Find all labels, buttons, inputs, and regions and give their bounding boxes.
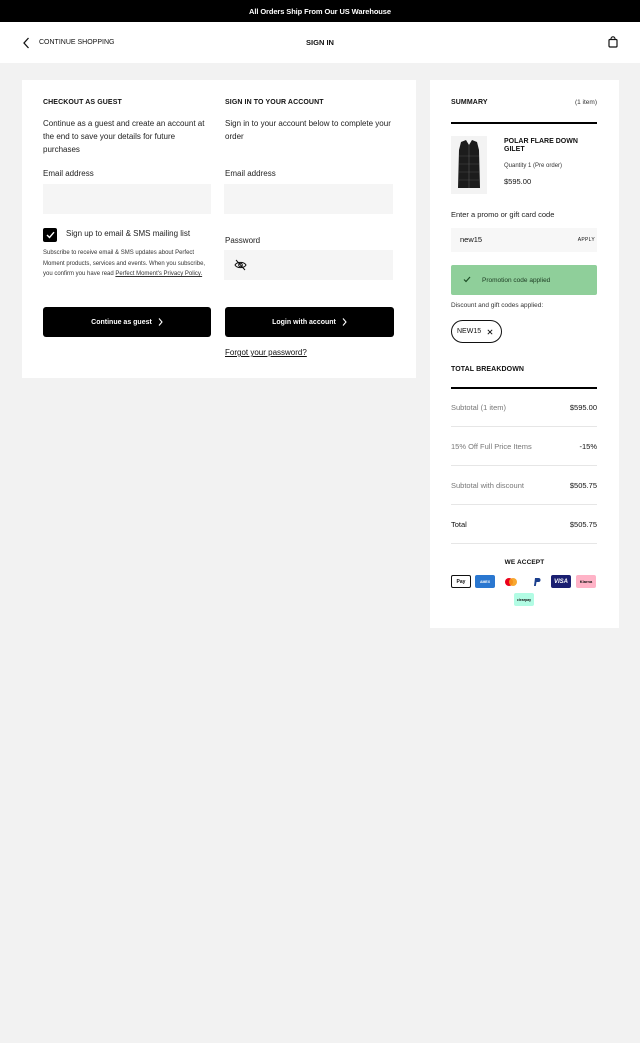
summary-count: (1 item)	[574, 99, 597, 106]
klarna-logo: Klarna	[576, 575, 596, 588]
applied-code-pill[interactable]: NEW15	[451, 320, 503, 343]
chevron-right-icon	[158, 318, 163, 326]
signup-checkbox[interactable]	[43, 228, 57, 242]
visa-logo: VISA	[551, 575, 571, 588]
signin-email-input[interactable]	[224, 184, 393, 214]
row-total-label: Total	[451, 520, 467, 529]
product-price: $595.00	[504, 177, 532, 186]
paypal-icon	[534, 577, 541, 586]
promo-label: Enter a promo or gift card code	[451, 210, 555, 219]
product-name[interactable]: POLAR FLARE DOWN GILET	[504, 138, 594, 154]
promo-success-text: Promotion code applied	[482, 277, 551, 284]
apply-button[interactable]: APPLY	[578, 237, 595, 243]
divider	[451, 504, 597, 505]
check-icon	[463, 276, 471, 283]
product-quantity: Quantity 1 (Pre order)	[504, 163, 563, 169]
gilet-image	[458, 140, 480, 188]
signup-label: Sign up to email & SMS mailing list	[66, 229, 191, 238]
paypal-logo	[527, 575, 547, 588]
signin-title: SIGN IN TO YOUR ACCOUNT	[225, 99, 324, 106]
guest-title: CHECKOUT AS GUEST	[43, 99, 122, 106]
breakdown-title: TOTAL BREAKDOWN	[451, 366, 525, 373]
clearpay-logo: clearpay	[514, 593, 534, 606]
eye-hidden-icon[interactable]	[234, 259, 247, 271]
clearpay-text: clearpay	[516, 597, 532, 602]
forgot-password-link[interactable]: Forgot your password?	[225, 348, 307, 357]
page-title: SIGN IN	[306, 38, 334, 47]
visa-text: VISA	[553, 578, 568, 585]
summary-title: SUMMARY	[451, 99, 488, 106]
applepay-text: Pay	[456, 578, 466, 585]
row-subtotal-label: Subtotal (1 item)	[451, 403, 507, 412]
row-subtotal-value: $595.00	[569, 403, 597, 412]
continue-as-guest-button[interactable]: Continue as guest	[43, 307, 211, 337]
amex-logo: AMEX	[475, 575, 495, 588]
promo-success-banner: Promotion code applied	[451, 265, 597, 295]
row-discounted-subtotal-label: Subtotal with discount	[451, 481, 524, 490]
continue-as-guest-label: Continue as guest	[91, 318, 152, 326]
signin-description: Sign in to your account below to complet…	[225, 119, 391, 141]
guest-description: Continue as a guest and create an accoun…	[43, 119, 205, 154]
top-nav: CONTINUE SHOPPING SIGN IN	[0, 22, 640, 63]
guest-email-input[interactable]	[43, 184, 211, 214]
summary-card: SUMMARY (1 item) POLAR FLARE DOWN GILET …	[430, 80, 619, 628]
row-discounted-subtotal-value: $505.75	[569, 481, 597, 490]
checkmark-icon	[46, 231, 55, 239]
divider	[451, 543, 597, 544]
summary-divider	[451, 122, 597, 124]
chevron-right-icon	[342, 318, 347, 326]
row-total-value: $505.75	[569, 520, 597, 529]
row-discount-label: 15% Off Full Price Items	[451, 442, 532, 451]
shopping-bag-icon[interactable]	[608, 36, 618, 48]
privacy-policy-link[interactable]: Perfect Moment's Privacy Policy.	[115, 271, 202, 277]
announcement-bar: All Orders Ship From Our US Warehouse	[0, 0, 640, 22]
promo-input[interactable]: new15 APPLY	[451, 228, 597, 252]
signup-small-text: Subscribe to receive email & SMS updates…	[43, 248, 208, 280]
amex-text: AMEX	[479, 579, 491, 584]
applied-code: NEW15	[457, 328, 482, 335]
applepay-logo: Pay	[451, 575, 471, 588]
mastercard-logo	[501, 575, 521, 588]
product-image[interactable]	[451, 136, 487, 194]
applied-codes-label: Discount and gift codes applied:	[451, 302, 544, 309]
klarna-text: Klarna	[579, 579, 593, 584]
promo-value: new15	[460, 235, 483, 244]
breakdown-divider	[451, 387, 597, 389]
login-label: Login with account	[272, 318, 336, 326]
password-field[interactable]	[224, 250, 393, 280]
divider	[451, 465, 597, 466]
checkout-options-card: CHECKOUT AS GUEST Continue as a guest an…	[22, 80, 416, 378]
close-icon[interactable]	[487, 328, 493, 335]
guest-email-label: Email address	[43, 169, 94, 178]
divider	[451, 426, 597, 427]
announcement-text: All Orders Ship From Our US Warehouse	[249, 6, 391, 16]
mastercard-icon	[505, 577, 517, 586]
signin-email-label: Email address	[225, 169, 276, 178]
we-accept-title: WE ACCEPT	[504, 559, 545, 566]
login-button[interactable]: Login with account	[225, 307, 394, 337]
password-label: Password	[225, 236, 261, 245]
row-discount-value: -15%	[579, 442, 597, 451]
